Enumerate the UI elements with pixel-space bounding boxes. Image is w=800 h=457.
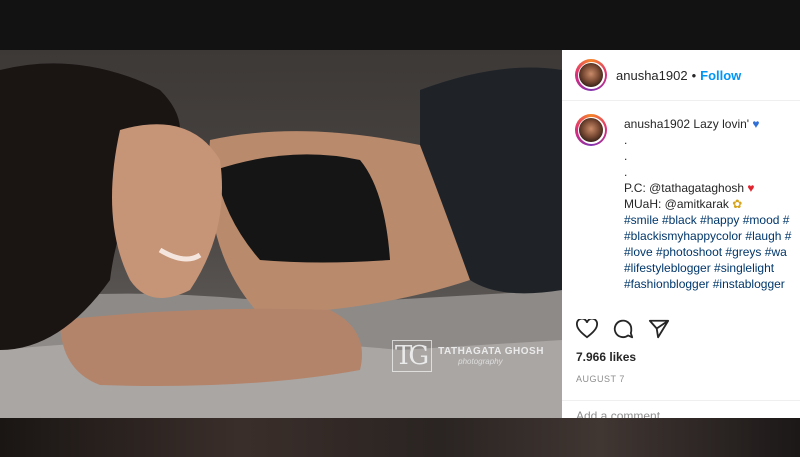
- comment-bar: Add a comment...: [562, 400, 800, 418]
- comment-icon[interactable]: [612, 318, 634, 345]
- caption-line-8[interactable]: #blackismyhappycolor #laugh #: [624, 228, 800, 244]
- post-date: AUGUST 7: [576, 374, 625, 384]
- caption-username[interactable]: anusha1902: [624, 117, 690, 131]
- separator-dot: •: [691, 67, 697, 83]
- follow-button[interactable]: Follow: [700, 68, 741, 83]
- bottom-band: [0, 418, 800, 457]
- caption-line-4: .: [624, 165, 628, 179]
- blue-heart-icon: ♥: [752, 117, 760, 131]
- post-side-panel: anusha1902 • Follow anusha1902 Lazy lovi…: [562, 50, 800, 418]
- avatar[interactable]: [575, 59, 607, 91]
- caption-line-9[interactable]: #love #photoshoot #greys #wa: [624, 244, 800, 260]
- caption-line-1: Lazy lovin': [693, 117, 750, 131]
- comment-input[interactable]: Add a comment...: [576, 409, 670, 418]
- heart-icon[interactable]: [576, 317, 598, 344]
- watermark-name: TATHAGATA GHOSH: [438, 346, 544, 357]
- caption: anusha1902 Lazy lovin' ♥ . . . P.C: @tat…: [562, 110, 800, 310]
- caption-line-2: .: [624, 133, 628, 147]
- header-username[interactable]: anusha1902: [616, 68, 688, 83]
- top-band: [0, 0, 800, 50]
- red-heart-icon: ♥: [747, 181, 755, 195]
- bee-icon: ✿: [732, 197, 743, 211]
- caption-line-10[interactable]: #lifestyleblogger #singlelight: [624, 260, 800, 276]
- post-header: anusha1902 • Follow: [562, 50, 800, 101]
- action-bar: [576, 317, 670, 345]
- caption-line-11[interactable]: #fashionblogger #instablogger: [624, 276, 800, 292]
- caption-line-7[interactable]: #smile #black #happy #mood #: [624, 212, 800, 228]
- watermark-sub: photography: [458, 357, 503, 366]
- photographer-watermark: TG TATHAGATA GHOSH photography: [392, 340, 544, 372]
- caption-avatar[interactable]: [575, 114, 607, 146]
- watermark-logo: TG: [392, 340, 433, 372]
- caption-line-6[interactable]: MUaH: @amitkarak: [624, 197, 729, 211]
- caption-line-3: .: [624, 149, 628, 163]
- caption-line-5[interactable]: P.C: @tathagataghosh: [624, 181, 744, 195]
- likes-count[interactable]: 7.966 likes: [576, 350, 636, 364]
- share-icon[interactable]: [648, 318, 670, 345]
- post-photo[interactable]: TG TATHAGATA GHOSH photography: [0, 50, 562, 418]
